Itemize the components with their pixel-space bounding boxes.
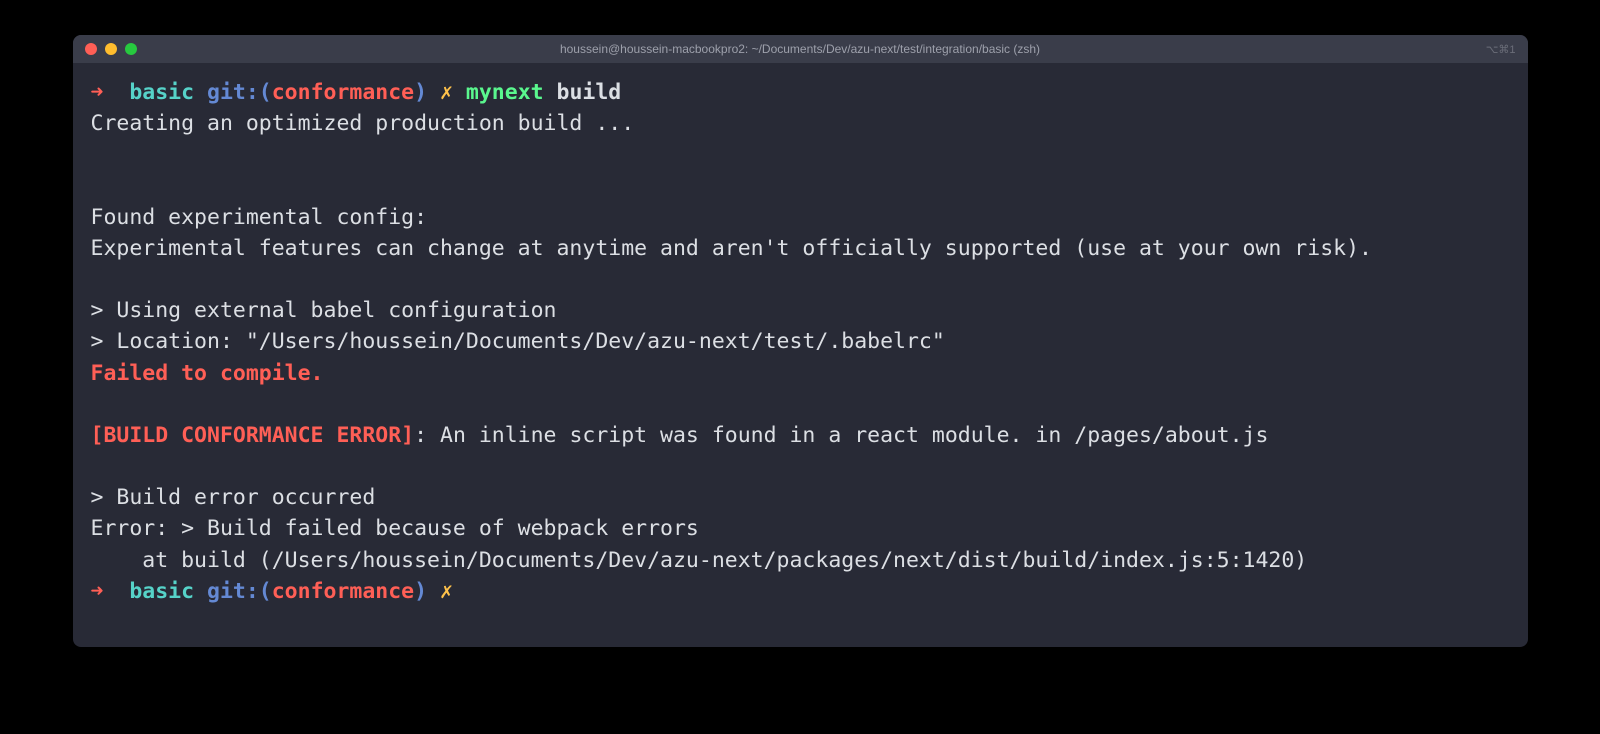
prompt-git-pre: git:( xyxy=(194,579,272,604)
output-line: Found experimental config: xyxy=(91,202,1510,233)
output-line xyxy=(91,451,1510,482)
maximize-icon[interactable] xyxy=(125,43,137,55)
output-line xyxy=(91,389,1510,420)
output-line: > Location: "/Users/houssein/Documents/D… xyxy=(91,326,1510,357)
prompt-arrow-icon: ➜ xyxy=(91,80,117,105)
prompt-git-post: ) xyxy=(414,80,427,105)
traffic-lights xyxy=(85,43,137,55)
prompt-line-1: ➜ basic git:(conformance) ✗ mynext build xyxy=(91,77,1510,108)
minimize-icon[interactable] xyxy=(105,43,117,55)
title-bar: houssein@houssein-macbookpro2: ~/Documen… xyxy=(73,35,1528,63)
prompt-dir: basic xyxy=(116,579,194,604)
command-arg: build xyxy=(544,80,622,105)
output-line: at build (/Users/houssein/Documents/Dev/… xyxy=(91,545,1510,576)
terminal-window: houssein@houssein-macbookpro2: ~/Documen… xyxy=(73,35,1528,647)
prompt-git-pre: git:( xyxy=(194,80,272,105)
output-line: Error: > Build failed because of webpack… xyxy=(91,513,1510,544)
output-line xyxy=(91,139,1510,170)
close-icon[interactable] xyxy=(85,43,97,55)
prompt-dirty-icon: ✗ xyxy=(427,80,453,105)
prompt-arrow-icon: ➜ xyxy=(91,579,117,604)
output-line: Creating an optimized production build .… xyxy=(91,108,1510,139)
window-shortcut: ⌥⌘1 xyxy=(1486,43,1516,56)
conformance-error-line: [BUILD CONFORMANCE ERROR]: An inline scr… xyxy=(91,420,1510,451)
output-line: Experimental features can change at anyt… xyxy=(91,233,1510,264)
command-name: mynext xyxy=(453,80,544,105)
window-title: houssein@houssein-macbookpro2: ~/Documen… xyxy=(560,42,1040,56)
prompt-branch: conformance xyxy=(272,80,414,105)
prompt-branch: conformance xyxy=(272,579,414,604)
error-line: Failed to compile. xyxy=(91,358,1510,389)
output-line xyxy=(91,264,1510,295)
output-line: > Build error occurred xyxy=(91,482,1510,513)
terminal-body[interactable]: ➜ basic git:(conformance) ✗ mynext build… xyxy=(73,63,1528,647)
output-line xyxy=(91,171,1510,202)
prompt-line-2: ➜ basic git:(conformance) ✗ xyxy=(91,576,1510,607)
output-line: > Using external babel configuration xyxy=(91,295,1510,326)
error-message: : An inline script was found in a react … xyxy=(414,423,1268,448)
prompt-dirty-icon: ✗ xyxy=(427,579,453,604)
prompt-git-post: ) xyxy=(414,579,427,604)
error-tag: [BUILD CONFORMANCE ERROR] xyxy=(91,423,415,448)
prompt-dir: basic xyxy=(116,80,194,105)
